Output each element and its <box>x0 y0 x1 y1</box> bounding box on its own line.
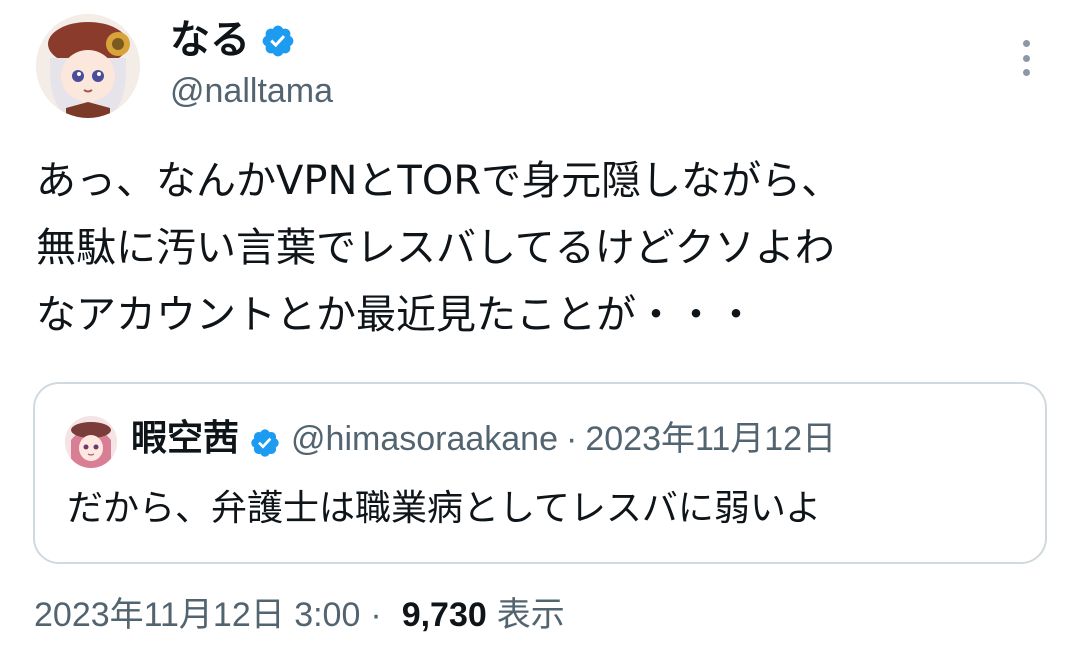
quote-author-handle[interactable]: @himasoraakane <box>291 414 558 464</box>
more-dot <box>1022 54 1030 62</box>
more-dot <box>1022 69 1030 76</box>
more-vertical-icon[interactable] <box>1010 38 1042 78</box>
tweet-text-line: なアカウントとか最近見たことが・・・ <box>36 292 756 338</box>
more-dot <box>1022 40 1030 47</box>
quote-header: 暇空茜 @himasoraakane · 2023年11月12日 <box>131 414 836 464</box>
tweet: なる @nalltama あっ、なんかVPNとTORで身元隠しながら、 無駄に汚… <box>0 0 1080 654</box>
tweet-text-line: 無駄に汚い言葉でレスバしてるけどクソよわ <box>36 225 835 271</box>
quote-avatar-illustration <box>65 416 117 468</box>
views-label: 表示 <box>496 595 565 635</box>
author-name-row[interactable]: なる <box>170 16 296 64</box>
tweet-meta: 2023年11月12日 3:00 · 9,730 表示 <box>34 592 565 638</box>
tweet-text-line: あっ、なんかVPNとTORで身元隠しながら、 <box>36 158 842 204</box>
author-avatar[interactable] <box>36 14 140 118</box>
avatar-illustration <box>36 14 140 118</box>
author-handle[interactable]: @nalltama <box>170 70 333 112</box>
views-count: 9,730 <box>401 596 487 634</box>
verified-badge-icon <box>260 22 296 58</box>
quote-tweet-card[interactable]: 暇空茜 @himasoraakane · 2023年11月12日 だから、弁護士… <box>33 382 1047 564</box>
meta-separator: · <box>370 596 382 634</box>
author-name[interactable]: なる <box>170 16 250 64</box>
quote-separator: · <box>566 420 578 458</box>
tweet-timestamp[interactable]: 2023年11月12日 3:00 <box>34 592 360 638</box>
quote-author-avatar[interactable] <box>65 416 117 468</box>
quote-text: だから、弁護士は職業病としてレスバに弱いよ <box>67 488 822 529</box>
verified-badge-icon <box>249 423 281 457</box>
quote-author-name[interactable]: 暇空茜 <box>131 414 239 464</box>
quote-date[interactable]: 2023年11月12日 <box>585 414 836 464</box>
tweet-text: あっ、なんかVPNとTORで身元隠しながら、 無駄に汚い言葉でレスバしてるけどク… <box>36 148 1056 349</box>
